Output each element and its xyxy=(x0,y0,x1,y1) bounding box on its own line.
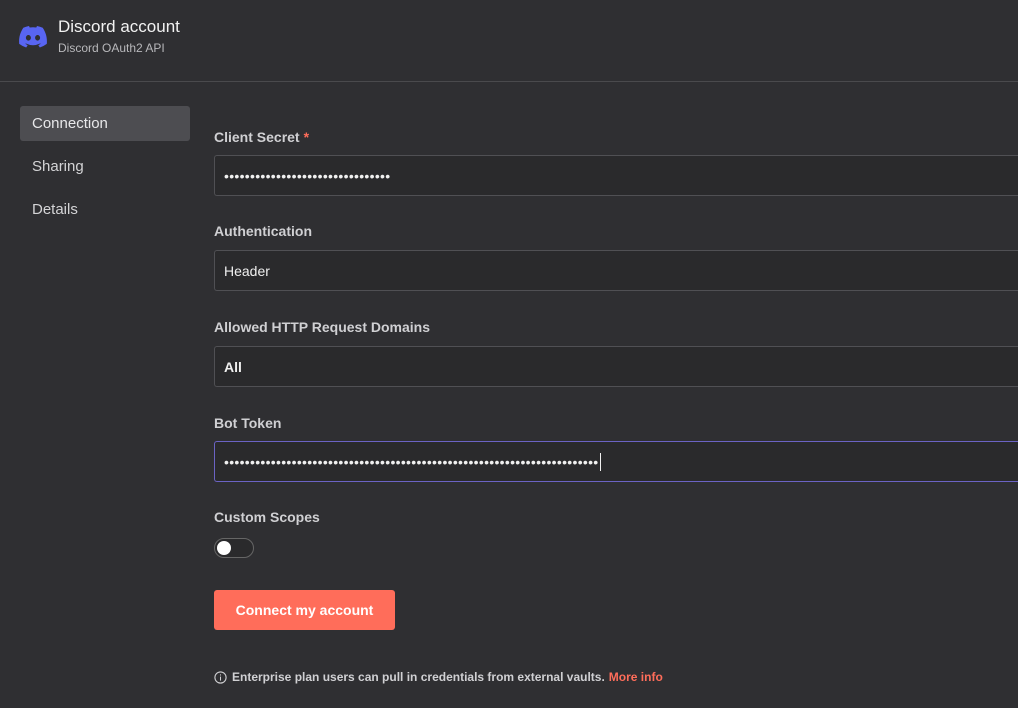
discord-logo-icon xyxy=(19,26,47,48)
info-circle-icon xyxy=(214,670,227,684)
text-caret xyxy=(599,452,601,471)
sidebar: Connection Sharing Details xyxy=(20,106,190,235)
sidebar-item-connection[interactable]: Connection xyxy=(20,106,190,141)
toggle-knob xyxy=(217,541,231,555)
client-secret-label: Client Secret * xyxy=(214,129,310,145)
info-text: Enterprise plan users can pull in creden… xyxy=(232,670,605,684)
allowed-domains-select[interactable]: All xyxy=(214,346,1018,387)
sidebar-item-details[interactable]: Details xyxy=(20,192,190,227)
custom-scopes-label: Custom Scopes xyxy=(214,509,320,525)
required-marker: * xyxy=(303,129,310,145)
authentication-select[interactable]: Header xyxy=(214,250,1018,291)
client-secret-input[interactable]: •••••••••••••••••••••••••••••••• xyxy=(214,155,1018,196)
page-title: Discord account xyxy=(58,17,180,36)
page-subtitle: Discord OAuth2 API xyxy=(58,41,165,55)
custom-scopes-toggle[interactable] xyxy=(214,538,254,558)
allowed-domains-label: Allowed HTTP Request Domains xyxy=(214,319,430,335)
enterprise-info: Enterprise plan users can pull in creden… xyxy=(214,670,663,684)
connect-account-button[interactable]: Connect my account xyxy=(214,590,395,630)
authentication-label: Authentication xyxy=(214,223,312,239)
more-info-link[interactable]: More info xyxy=(609,670,663,684)
sidebar-item-sharing[interactable]: Sharing xyxy=(20,149,190,184)
app-header: Discord account Discord OAuth2 API xyxy=(0,0,1018,82)
bot-token-label: Bot Token xyxy=(214,415,282,431)
bot-token-input[interactable]: ••••••••••••••••••••••••••••••••••••••••… xyxy=(214,441,1018,482)
